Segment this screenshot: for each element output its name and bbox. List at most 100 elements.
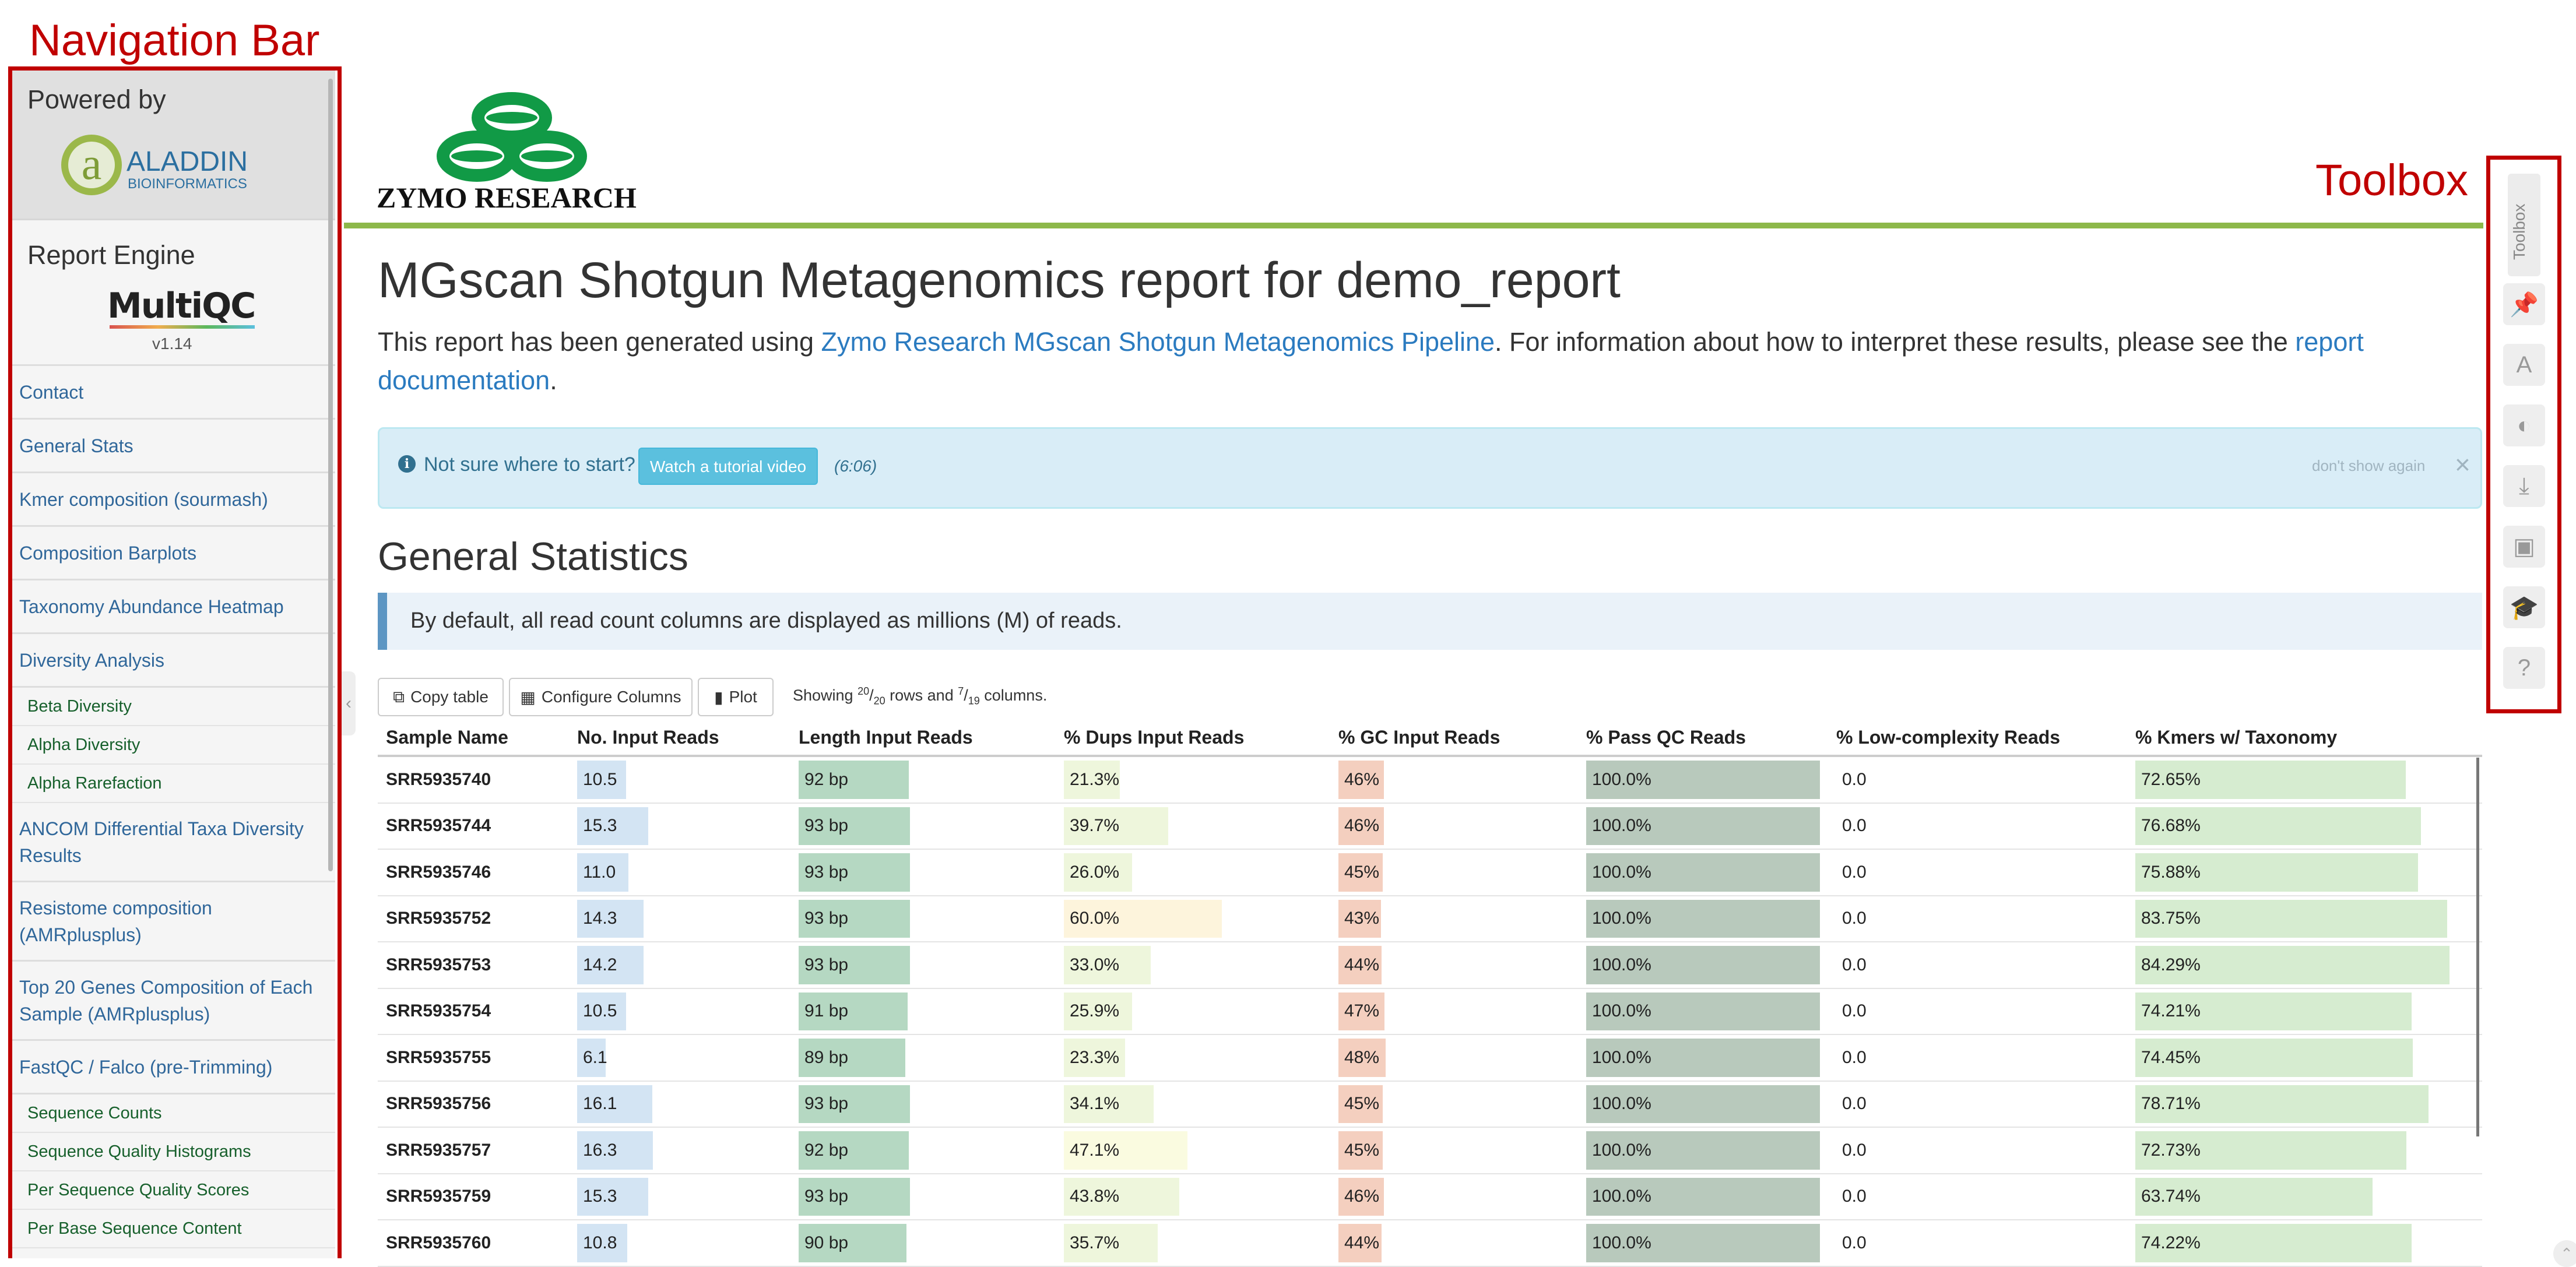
- table-row: SRR5935752 14.3 93 bp 60.0% 43% 100.0% 0.0 83.7…: [378, 896, 2482, 942]
- length-cell: 93 bp: [799, 850, 1064, 895]
- pin-icon[interactable]: 📌: [2503, 283, 2545, 325]
- sidebar-item[interactable]: Per Sequence Quality Scores: [12, 1171, 335, 1210]
- sidebar-item[interactable]: Composition Barplots: [12, 527, 335, 580]
- powered-by-label: Powered by: [27, 85, 166, 114]
- lowc-cell: 0.0: [1842, 769, 1867, 789]
- sidebar-scrollbar[interactable]: [328, 79, 333, 871]
- table-row: SRR5935757 16.3 92 bp 47.1% 45% 100.0% 0.0 72.7…: [378, 1128, 2482, 1174]
- sidebar-item[interactable]: Diversity Analysis: [12, 634, 335, 688]
- dups-cell: 35.7%: [1064, 1220, 1338, 1266]
- save-icon[interactable]: ▣: [2503, 526, 2545, 568]
- sample-name-cell: SRR5935757: [386, 1140, 491, 1160]
- dups-cell: 34.1%: [1064, 1082, 1338, 1127]
- sidebar-item[interactable]: Taxonomy Abundance Heatmap: [12, 580, 335, 634]
- kmers-cell: 84.29%: [2135, 942, 2482, 988]
- sidebar-item[interactable]: Alpha Rarefaction: [12, 765, 335, 803]
- dups-cell: 60.0%: [1064, 896, 1338, 942]
- aladdin-sub: BIOINFORMATICS: [128, 176, 247, 192]
- column-header[interactable]: No. Input Reads: [577, 727, 719, 748]
- lowc-cell: 0.0: [1842, 1094, 1867, 1114]
- eye-slash-icon[interactable]: ◐: [2503, 404, 2545, 446]
- pass-cell: 100.0%: [1586, 1220, 1836, 1266]
- aladdin-logo[interactable]: a ALADDIN BIOINFORMATICS: [58, 130, 250, 200]
- reads-cell: 6.1: [577, 1035, 799, 1081]
- kmers-cell: 72.73%: [2135, 1128, 2482, 1173]
- close-icon[interactable]: ×: [2455, 449, 2470, 480]
- column-header[interactable]: % Kmers w/ Taxonomy: [2135, 727, 2337, 748]
- sidebar-item[interactable]: Top 20 Genes Composition of Each Sample …: [12, 962, 335, 1041]
- reads-cell: 15.3: [577, 1174, 799, 1220]
- sample-name-cell: SRR5935746: [386, 862, 491, 882]
- sample-name-cell: SRR5935740: [386, 769, 491, 789]
- column-header[interactable]: % Low-complexity Reads: [1836, 727, 2060, 748]
- gc-cell: 44%: [1338, 942, 1586, 988]
- zymo-research-wordmark: ZYMO RESEARCH: [377, 181, 637, 214]
- sidebar-collapse-toggle[interactable]: ‹: [342, 671, 356, 735]
- sidebar-item[interactable]: Sequence Quality Histograms: [12, 1133, 335, 1171]
- sidebar-item[interactable]: FastQC / Falco (pre-Trimming): [12, 1041, 335, 1094]
- length-cell: 92 bp: [799, 757, 1064, 803]
- header-divider: [344, 223, 2483, 228]
- copy-table-button[interactable]: ⧉ Copy table: [378, 678, 504, 716]
- lowc-cell: 0.0: [1842, 955, 1867, 974]
- table-scrollbar[interactable]: [2476, 758, 2479, 1136]
- sidebar-item[interactable]: Resistome composition (AMRplusplus): [12, 882, 335, 962]
- dups-cell: 43.8%: [1064, 1174, 1338, 1220]
- length-cell: 93 bp: [799, 1174, 1064, 1220]
- sidebar-item[interactable]: Per Base Sequence Content: [12, 1210, 335, 1248]
- table-row: SRR5935755 6.1 89 bp 23.3% 48% 100.0% 0.0 74.45…: [378, 1035, 2482, 1082]
- kmers-cell: 76.68%: [2135, 804, 2482, 849]
- table-row: SRR5935744 15.3 93 bp 39.7% 46% 100.0% 0.0 76.6…: [378, 804, 2482, 850]
- table-header-row: Sample Name No. Input Reads Length Input R…: [378, 720, 2482, 757]
- pass-cell: 100.0%: [1586, 942, 1836, 988]
- sidebar-item[interactable]: Beta Diversity: [12, 688, 335, 726]
- configure-columns-button[interactable]: ▦ Configure Columns: [509, 678, 693, 716]
- toolbox: Toolbox 📌 A ◐ ⤓ ▣ 🎓?: [2490, 160, 2558, 711]
- sample-name-cell: SRR5935744: [386, 816, 491, 836]
- pass-cell: 100.0%: [1586, 896, 1836, 942]
- toolbox-tab[interactable]: Toolbox: [2508, 174, 2540, 276]
- lowc-cell: 0.0: [1842, 1187, 1867, 1206]
- report-engine-label: Report Engine: [27, 240, 195, 270]
- dont-show-again-link[interactable]: don't show again: [2312, 457, 2425, 475]
- table-row: SRR5935759 15.3 93 bp 43.8% 46% 100.0% 0.0 63.7…: [378, 1174, 2482, 1220]
- scroll-top-icon[interactable]: ⌃: [2553, 1240, 2576, 1267]
- lowc-cell: 0.0: [1842, 1047, 1867, 1067]
- svg-text:a: a: [82, 138, 102, 189]
- watch-tutorial-button[interactable]: Watch a tutorial video: [638, 448, 818, 485]
- sidebar-item[interactable]: ANCOM Differential Taxa Diversity Result…: [12, 803, 335, 882]
- table-row: SRR5935754 10.5 91 bp 25.9% 47% 100.0% 0.0 74.2…: [378, 989, 2482, 1035]
- gc-cell: 45%: [1338, 1128, 1586, 1173]
- reads-cell: 16.1: [577, 1082, 799, 1127]
- table-row: SRR5935756 16.1 93 bp 34.1% 45% 100.0% 0.0 78.7…: [378, 1082, 2482, 1128]
- sidebar-item[interactable]: Alpha Diversity: [12, 726, 335, 765]
- question-circle-icon[interactable]: ?: [2503, 647, 2545, 689]
- column-header[interactable]: % GC Input Reads: [1338, 727, 1500, 748]
- sidebar-item[interactable]: General Stats: [12, 420, 335, 473]
- download-icon[interactable]: ⤓: [2503, 465, 2545, 507]
- general-statistics-note: By default, all read count columns are d…: [378, 593, 2482, 650]
- pass-cell: 100.0%: [1586, 804, 1836, 849]
- column-header[interactable]: % Dups Input Reads: [1064, 727, 1244, 748]
- pipeline-link[interactable]: Zymo Research MGscan Shotgun Metagenomic…: [821, 327, 1495, 357]
- plot-button[interactable]: ▮ Plot: [698, 678, 774, 716]
- graduation-cap-icon[interactable]: 🎓: [2503, 586, 2545, 628]
- column-header[interactable]: % Pass QC Reads: [1586, 727, 1746, 748]
- sidebar-item[interactable]: Kmer composition (sourmash): [12, 473, 335, 527]
- kmers-cell: 75.88%: [2135, 850, 2482, 895]
- multiqc-logo[interactable]: MultiQC: [107, 286, 256, 329]
- sidebar-item[interactable]: Sequence Counts: [12, 1094, 335, 1133]
- length-cell: 92 bp: [799, 1128, 1064, 1173]
- length-cell: 91 bp: [799, 989, 1064, 1034]
- table-row: SRR5935753 14.2 93 bp 33.0% 44% 100.0% 0.0 84.2…: [378, 942, 2482, 989]
- sidebar-item[interactable]: Contact: [12, 366, 335, 420]
- column-header[interactable]: Sample Name: [386, 727, 508, 748]
- font-icon[interactable]: A: [2503, 344, 2545, 386]
- dups-cell: 26.0%: [1064, 850, 1338, 895]
- info-circle-icon: i: [398, 455, 416, 473]
- nav-list: Contact General Stats Kmer composition (so…: [12, 366, 335, 1248]
- gc-cell: 46%: [1338, 757, 1586, 803]
- column-header[interactable]: Length Input Reads: [799, 727, 973, 748]
- length-cell: 89 bp: [799, 1035, 1064, 1081]
- copy-icon: ⧉: [393, 687, 405, 706]
